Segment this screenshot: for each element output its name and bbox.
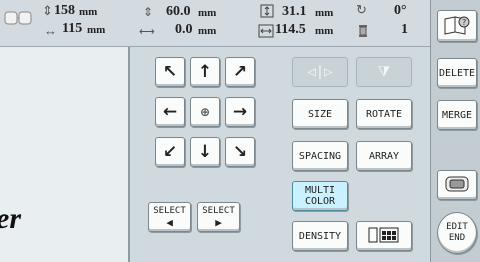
move-down-left-button[interactable]: ↙ bbox=[155, 137, 185, 167]
multi-color-label-line2: COLOR bbox=[304, 196, 336, 207]
array-label: ARRAY bbox=[368, 150, 400, 162]
thread-spool-icon bbox=[358, 24, 368, 40]
delete-button[interactable]: DELETE bbox=[437, 58, 477, 88]
border-button[interactable] bbox=[356, 221, 412, 251]
height-icon: ⇕ bbox=[42, 3, 53, 18]
arrow-up-left-icon: ↖ bbox=[162, 62, 178, 82]
embroidery-edit-screen: ⇕ 158 mm ↔ 115 mm ⇕ 60.0 mm ⟷ 0.0 mm 31.… bbox=[0, 0, 480, 262]
mirror-vertical-icon: ⧩ bbox=[377, 64, 391, 80]
size-width-icon bbox=[258, 24, 274, 40]
size-width-unit: mm bbox=[315, 25, 334, 37]
move-up-button[interactable]: ↑ bbox=[190, 57, 220, 87]
arrow-up-right-icon: ↗ bbox=[232, 62, 248, 82]
merge-button[interactable]: MERGE bbox=[437, 100, 477, 130]
size-label: SIZE bbox=[307, 108, 333, 120]
multi-color-label-line1: MULTI bbox=[304, 185, 336, 196]
move-vertical-icon: ⇕ bbox=[143, 5, 154, 19]
preview-text: er bbox=[0, 202, 21, 235]
angle-value: 0° bbox=[394, 3, 407, 18]
pattern-height-value: 158 bbox=[54, 3, 75, 18]
merge-label: MERGE bbox=[441, 109, 473, 121]
move-horizontal-unit: mm bbox=[198, 25, 217, 37]
array-button[interactable]: ARRAY bbox=[356, 141, 412, 171]
spacing-label: SPACING bbox=[298, 150, 342, 162]
move-left-button[interactable]: ← bbox=[155, 97, 185, 127]
move-vertical-unit: mm bbox=[198, 7, 217, 19]
density-button[interactable]: DENSITY bbox=[292, 221, 348, 251]
move-up-left-button[interactable]: ↖ bbox=[155, 57, 185, 87]
arrow-down-left-icon: ↙ bbox=[162, 142, 178, 162]
move-down-button[interactable]: ↓ bbox=[190, 137, 220, 167]
hoop-view-button[interactable] bbox=[437, 170, 477, 200]
move-horizontal-value: 0.0 bbox=[175, 22, 193, 37]
svg-text:?: ? bbox=[462, 18, 466, 27]
pattern-height-unit: mm bbox=[79, 6, 98, 18]
sidebar: ? DELETE MERGE EDIT END bbox=[430, 0, 480, 262]
move-vertical-value: 60.0 bbox=[166, 4, 191, 19]
hoop-view-icon bbox=[444, 175, 470, 196]
size-width-value: 114.5 bbox=[275, 22, 306, 37]
color-count-value: 1 bbox=[401, 22, 408, 37]
move-up-right-button[interactable]: ↗ bbox=[225, 57, 255, 87]
mirror-horizontal-icon: ◁|▷ bbox=[307, 64, 333, 80]
edit-panel: ◁|▷ ⧩ SIZE ROTATE SPACING ARRAY MULTI CO… bbox=[282, 47, 430, 262]
move-horizontal-icon: ⟷ bbox=[139, 26, 155, 38]
multi-color-button[interactable]: MULTI COLOR bbox=[292, 181, 348, 211]
hoop-icon bbox=[4, 8, 34, 28]
density-label: DENSITY bbox=[298, 230, 342, 242]
mirror-horizontal-button[interactable]: ◁|▷ bbox=[292, 57, 348, 87]
arrow-down-icon: ↓ bbox=[197, 142, 213, 162]
move-down-right-button[interactable]: ↘ bbox=[225, 137, 255, 167]
edit-end-button[interactable]: EDIT END bbox=[437, 212, 477, 254]
width-icon: ↔ bbox=[44, 23, 57, 38]
triangle-right-icon: ▶ bbox=[215, 216, 222, 229]
triangle-left-icon: ◀ bbox=[166, 216, 173, 229]
arrow-left-icon: ← bbox=[162, 102, 178, 122]
move-panel: ↖ ↑ ↗ ← ⊕ → ↙ ↓ ↘ SELECT ◀ SELECT ▶ bbox=[130, 47, 282, 262]
rotate-icon: ↻ bbox=[356, 2, 367, 17]
size-height-value: 31.1 bbox=[282, 4, 307, 19]
delete-label: DELETE bbox=[438, 67, 476, 79]
arrow-down-right-icon: ↘ bbox=[232, 142, 248, 162]
pattern-width-unit: mm bbox=[87, 24, 106, 36]
move-center-button[interactable]: ⊕ bbox=[190, 97, 220, 127]
rotate-label: ROTATE bbox=[365, 108, 403, 120]
status-bar: ⇕ 158 mm ↔ 115 mm ⇕ 60.0 mm ⟷ 0.0 mm 31.… bbox=[0, 0, 430, 47]
arrow-up-icon: ↑ bbox=[197, 62, 213, 82]
select-previous-button[interactable]: SELECT ◀ bbox=[148, 202, 191, 232]
help-book-icon: ? bbox=[443, 14, 471, 39]
edit-end-label-line1: EDIT bbox=[446, 222, 468, 232]
pattern-preview: er bbox=[0, 47, 130, 262]
select-next-button[interactable]: SELECT ▶ bbox=[197, 202, 240, 232]
size-button[interactable]: SIZE bbox=[292, 99, 348, 129]
edit-end-label-line2: END bbox=[448, 233, 466, 243]
arrow-right-icon: → bbox=[232, 102, 248, 122]
spacing-button[interactable]: SPACING bbox=[292, 141, 348, 171]
size-height-icon bbox=[260, 4, 274, 20]
help-button[interactable]: ? bbox=[437, 10, 477, 42]
move-right-button[interactable]: → bbox=[225, 97, 255, 127]
border-icon bbox=[368, 226, 400, 247]
size-height-unit: mm bbox=[315, 7, 334, 19]
mirror-vertical-button[interactable]: ⧩ bbox=[356, 57, 412, 87]
pattern-width-value: 115 bbox=[62, 21, 83, 36]
center-icon: ⊕ bbox=[199, 105, 211, 119]
rotate-button[interactable]: ROTATE bbox=[356, 99, 412, 129]
